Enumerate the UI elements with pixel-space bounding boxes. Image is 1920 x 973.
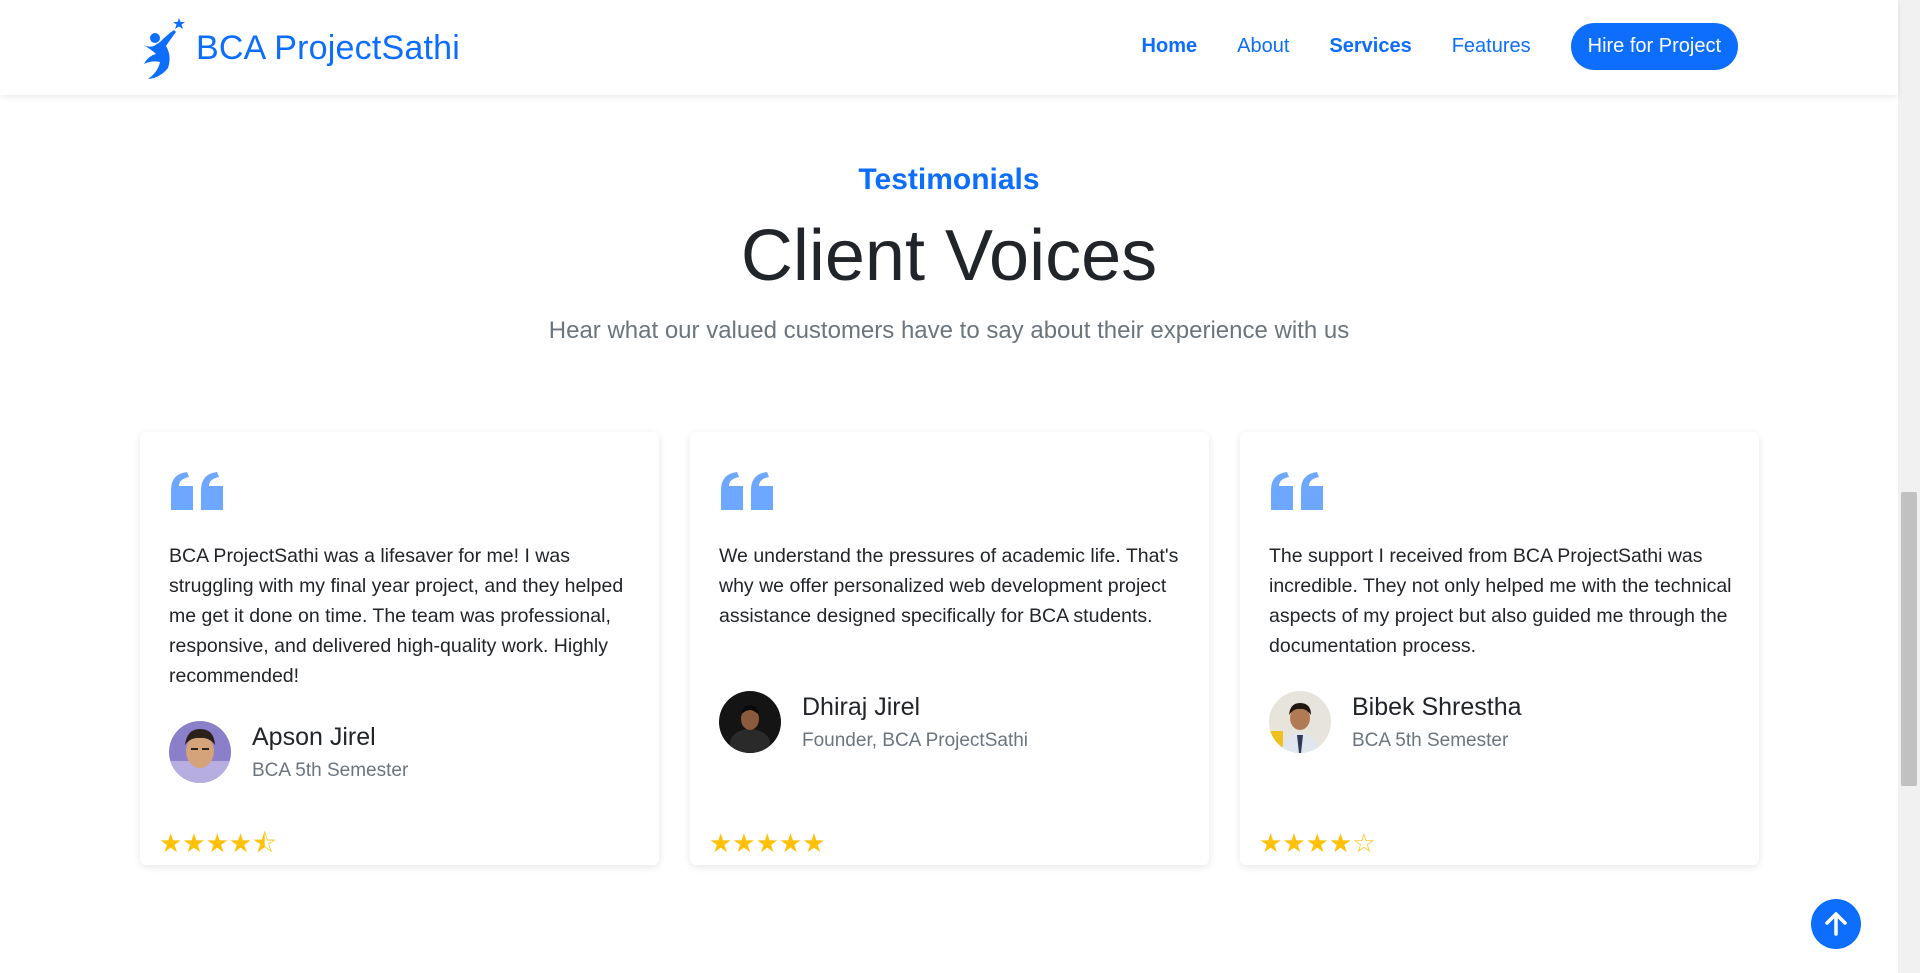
nav-services[interactable]: Services xyxy=(1329,35,1411,58)
avatar xyxy=(719,691,781,753)
nav-links: Home About Services Features Hire for Pr… xyxy=(1142,23,1738,70)
author-role: BCA 5th Semester xyxy=(1352,729,1509,751)
testimonial-author: Bibek Shrestha BCA 5th Semester xyxy=(1269,691,1522,753)
quote-icon xyxy=(1271,472,1323,510)
quote-icon xyxy=(721,472,773,510)
avatar xyxy=(1269,691,1331,753)
testimonial-text: BCA ProjectSathi was a lifesaver for me!… xyxy=(169,545,624,687)
nav-features[interactable]: Features xyxy=(1452,35,1531,58)
author-role: BCA 5th Semester xyxy=(252,759,409,781)
person-star-logo-icon xyxy=(142,18,185,79)
brand-link[interactable]: BCA ProjectSathi xyxy=(138,16,460,80)
scrollbar-thumb[interactable] xyxy=(1901,492,1917,786)
star-rating: ★★★★☆ xyxy=(1259,828,1376,858)
back-to-top-button[interactable] xyxy=(1811,899,1861,949)
nav-home[interactable]: Home xyxy=(1142,35,1198,58)
section-subtitle: Hear what our valued customers have to s… xyxy=(548,317,1350,344)
testimonial-author: Apson Jirel BCA 5th Semester xyxy=(169,721,408,783)
arrow-up-icon xyxy=(1825,912,1847,936)
testimonial-text: We understand the pressures of academic … xyxy=(719,545,1179,627)
testimonial-text: The support I received from BCA ProjectS… xyxy=(1269,545,1732,657)
author-role: Founder, BCA ProjectSathi xyxy=(802,729,1029,751)
section-eyebrow: Testimonials xyxy=(858,163,1040,196)
testimonial-card: We understand the pressures of academic … xyxy=(690,432,1209,865)
author-name: Apson Jirel xyxy=(252,722,376,751)
testimonial-card: The support I received from BCA ProjectS… xyxy=(1240,432,1759,865)
testimonial-author: Dhiraj Jirel Founder, BCA ProjectSathi xyxy=(719,691,1028,753)
author-name: Dhiraj Jirel xyxy=(802,692,921,721)
quote-icon xyxy=(171,472,223,510)
star-rating: ★★★★⯪ xyxy=(159,828,277,858)
hire-for-project-button[interactable]: Hire for Project xyxy=(1570,23,1738,70)
section-title: Client Voices xyxy=(740,216,1158,296)
nav-about[interactable]: About xyxy=(1237,35,1289,58)
avatar xyxy=(169,721,231,783)
page-scrollbar[interactable] xyxy=(1898,0,1920,973)
navbar: BCA ProjectSathi Home About Services Fea… xyxy=(0,0,1898,95)
testimonial-card: BCA ProjectSathi was a lifesaver for me!… xyxy=(140,432,659,865)
star-rating: ★★★★★ xyxy=(709,828,826,858)
brand-name: BCA ProjectSathi xyxy=(196,28,460,67)
author-name: Bibek Shrestha xyxy=(1352,692,1522,721)
